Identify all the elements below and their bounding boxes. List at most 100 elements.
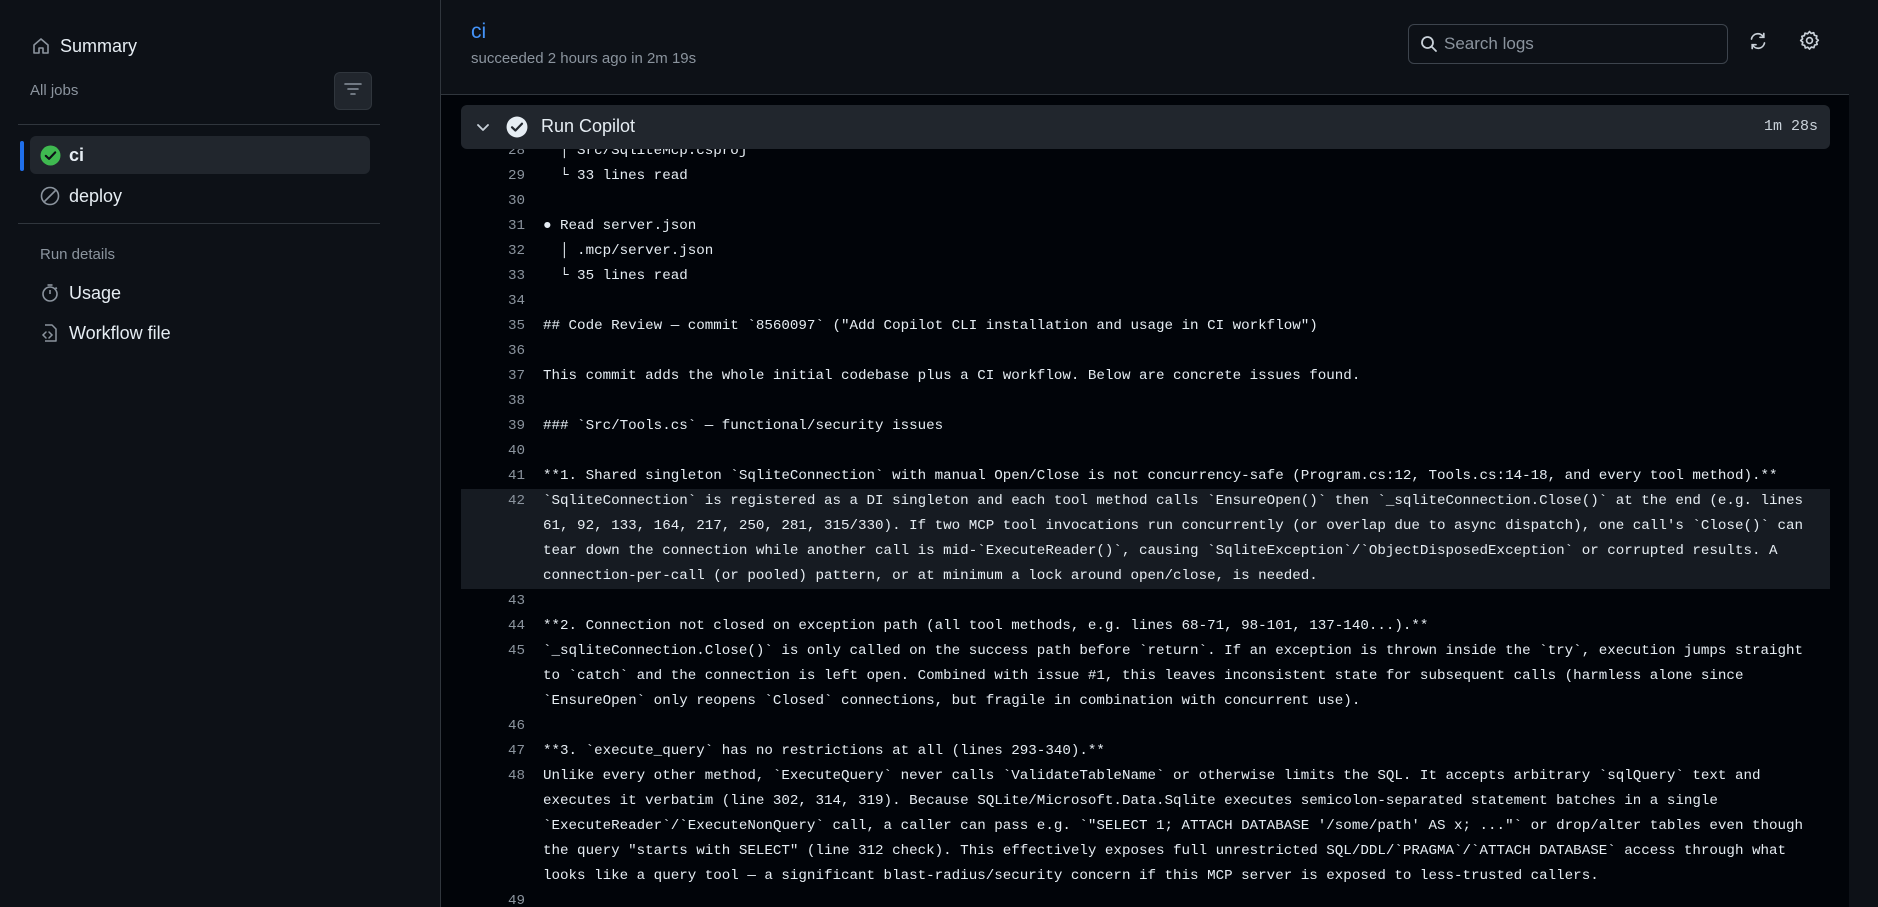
main-panel: ci succeeded 2 hours ago in 2m 19s Run C… [441, 0, 1849, 907]
log-line-text [543, 189, 1830, 214]
refresh-button[interactable] [1741, 26, 1775, 60]
log-line-text [543, 389, 1830, 414]
log-line-number[interactable]: 39 [461, 414, 543, 439]
log-line[interactable]: 30 [461, 189, 1830, 214]
log-line-number[interactable]: 41 [461, 464, 543, 489]
log-lines: 28 │ Src/SqliteMcp.csproj 29 └ 33 lines r… [461, 149, 1830, 907]
log-line-text: ## Code Review — commit `8560097` ("Add … [543, 318, 1318, 334]
log-line[interactable]: 44 **2. Connection not closed on exceptio… [461, 614, 1830, 639]
job-item-ci[interactable]: ci [30, 136, 370, 174]
log-line-text: **3. `execute_query` has no restrictions… [543, 743, 1105, 759]
step-run-copilot[interactable]: Run Copilot 1m 28s [461, 105, 1830, 149]
log-line-text [543, 714, 1830, 739]
job-item-deploy[interactable]: deploy [30, 177, 370, 215]
log-line[interactable]: 32 │ .mcp/server.json [461, 239, 1830, 264]
job-label-ci: ci [69, 144, 85, 165]
job-label-deploy: deploy [69, 185, 123, 206]
log-line[interactable]: 33 └ 35 lines read [461, 264, 1830, 289]
log-line-number[interactable]: 38 [461, 389, 543, 414]
usage-link[interactable]: Usage [30, 274, 370, 312]
log-line[interactable]: 41 **1. Shared singleton `SqliteConnectio… [461, 464, 1830, 489]
usage-label: Usage [69, 282, 122, 303]
log-line-number[interactable]: 44 [461, 614, 543, 639]
log-line[interactable]: 39 ### `Src/Tools.cs` — functional/securi… [461, 414, 1830, 439]
divider [18, 223, 380, 224]
search-logs-box[interactable] [1408, 24, 1728, 64]
log-line-text: Unlike every other method, `ExecuteQuery… [543, 768, 1812, 884]
log-line-number[interactable]: 43 [461, 589, 543, 614]
log-line[interactable]: 28 │ Src/SqliteMcp.csproj [461, 149, 1830, 164]
log-line[interactable]: 35 ## Code Review — commit `8560097` ("Ad… [461, 314, 1830, 339]
log-line-text [543, 339, 1830, 364]
log-line[interactable]: 48 Unlike every other method, `ExecuteQue… [461, 764, 1830, 889]
workflow-file-link[interactable]: Workflow file [30, 314, 370, 352]
log-line-number[interactable]: 37 [461, 364, 543, 389]
log-line-number[interactable]: 35 [461, 314, 543, 339]
log-line[interactable]: 47 **3. `execute_query` has no restrictio… [461, 739, 1830, 764]
job-status-text: succeeded 2 hours ago in 2m 19s [471, 50, 697, 67]
log-line[interactable]: 29 └ 33 lines read [461, 164, 1830, 189]
log-line[interactable]: 43 [461, 589, 1830, 614]
skipped-icon [39, 185, 61, 207]
log-line-number[interactable]: 42 [461, 489, 543, 589]
log-line-number[interactable]: 36 [461, 339, 543, 364]
log-viewer[interactable]: 28 │ Src/SqliteMcp.csproj 29 └ 33 lines r… [461, 149, 1830, 907]
log-line-number[interactable]: 48 [461, 764, 543, 889]
filter-jobs-button[interactable] [334, 72, 372, 110]
log-line[interactable]: 45 `_sqliteConnection.Close()` is only ca… [461, 639, 1830, 714]
log-line[interactable]: 36 [461, 339, 1830, 364]
filter-icon [344, 82, 362, 101]
sidebar: Summary All jobs ci deploy Run details U… [0, 0, 441, 907]
step-title: Run Copilot [541, 116, 636, 136]
log-line-text: **2. Connection not closed on exception … [543, 618, 1429, 634]
log-line-number[interactable]: 40 [461, 439, 543, 464]
log-line-text [543, 439, 1830, 464]
check-circle-icon [39, 144, 61, 166]
file-code-icon [39, 322, 61, 344]
log-line-text [543, 589, 1830, 614]
log-line-number[interactable]: 30 [461, 189, 543, 214]
all-jobs-heading: All jobs [30, 82, 79, 99]
log-line[interactable]: 31 ● Read server.json [461, 214, 1830, 239]
log-line[interactable]: 37 This commit adds the whole initial cod… [461, 364, 1830, 389]
log-line-text: ### `Src/Tools.cs` — functional/security… [543, 418, 944, 434]
run-details-heading: Run details [40, 246, 116, 263]
log-line-text: │ .mcp/server.json [543, 243, 714, 259]
log-line-text: │ Src/SqliteMcp.csproj [543, 149, 748, 159]
log-line[interactable]: 42 `SqliteConnection` is registered as a … [461, 489, 1830, 589]
step-duration: 1m 28s [1763, 118, 1818, 135]
stopwatch-icon [39, 282, 61, 304]
log-line-text [543, 889, 1830, 907]
workflow-file-label: Workflow file [69, 322, 171, 343]
log-line-number[interactable]: 31 [461, 214, 543, 239]
log-line[interactable]: 40 [461, 439, 1830, 464]
page-scrollbar[interactable] [1849, 0, 1878, 907]
log-line[interactable]: 49 [461, 889, 1830, 907]
summary-label: Summary [60, 35, 138, 56]
log-line[interactable]: 34 [461, 289, 1830, 314]
selected-indicator [20, 141, 24, 171]
log-line-number[interactable]: 28 [461, 149, 543, 164]
log-line-text: ● Read server.json [543, 218, 697, 234]
log-line-text: **1. Shared singleton `SqliteConnection`… [543, 468, 1778, 484]
refresh-icon [1748, 31, 1768, 56]
log-line-number[interactable]: 33 [461, 264, 543, 289]
log-line-number[interactable]: 47 [461, 739, 543, 764]
job-title[interactable]: ci [471, 20, 486, 44]
log-line-text: `SqliteConnection` is registered as a DI… [543, 493, 1812, 584]
log-line[interactable]: 38 [461, 389, 1830, 414]
search-logs-input[interactable] [1438, 33, 1727, 55]
log-line-number[interactable]: 34 [461, 289, 543, 314]
log-line-number[interactable]: 29 [461, 164, 543, 189]
log-line-number[interactable]: 46 [461, 714, 543, 739]
log-line-number[interactable]: 32 [461, 239, 543, 264]
log-line-number[interactable]: 49 [461, 889, 543, 907]
chevron-down-icon[interactable] [475, 119, 491, 140]
log-line-text: This commit adds the whole initial codeb… [543, 368, 1361, 384]
log-line-number[interactable]: 45 [461, 639, 543, 714]
log-line-text [543, 289, 1830, 314]
log-line[interactable]: 46 [461, 714, 1830, 739]
summary-link[interactable]: Summary [30, 27, 360, 65]
gear-icon [1799, 30, 1820, 56]
settings-button[interactable] [1792, 26, 1826, 60]
